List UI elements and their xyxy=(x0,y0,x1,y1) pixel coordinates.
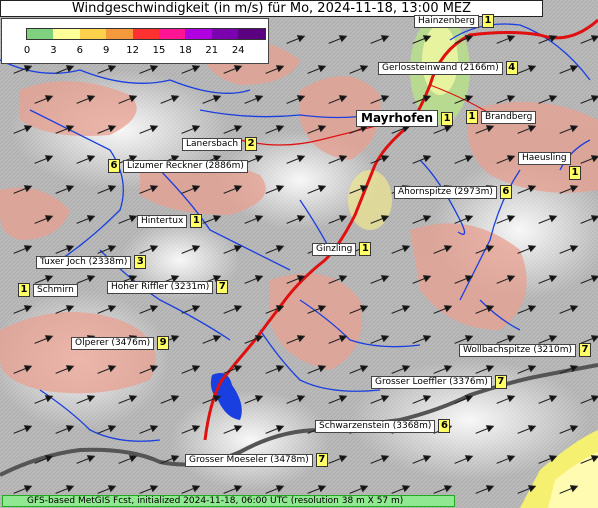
peak-label-grosser-moeseler: Grosser Moeseler (3478m) 7 xyxy=(185,453,328,467)
wind-legend: 0 3 6 9 12 15 18 21 24 xyxy=(1,18,269,64)
peak-name: Tuxer Joch (2338m) xyxy=(36,255,132,269)
peak-name: Olperer (3476m) xyxy=(71,336,155,350)
legend-swatch xyxy=(211,29,239,39)
peak-value: 9 xyxy=(157,336,170,350)
legend-tick-label: 6 xyxy=(76,45,83,56)
peak-value: 1 xyxy=(481,14,494,28)
peak-name: Haeusling xyxy=(518,152,571,165)
peak-label-grosser-loeffler: Grosser Loeffler (3376m) 7 xyxy=(371,375,507,389)
peak-label-schmirn: 1 Schmirn xyxy=(18,283,78,297)
legend-ticks: 0 3 6 9 12 15 18 21 24 xyxy=(2,45,270,59)
legend-tick-label: 21 xyxy=(205,45,219,56)
peak-value: 2 xyxy=(245,137,258,151)
peak-value: 1 xyxy=(190,214,203,228)
peak-value: 1 xyxy=(359,242,372,256)
legend-swatch xyxy=(106,29,133,39)
peak-label-hintertux: Hintertux 1 xyxy=(137,214,203,228)
peak-value: 3 xyxy=(134,255,147,269)
peak-label-ginzling: Ginzling 1 xyxy=(312,242,372,256)
peak-label-schwarzenstein: Schwarzenstein (3368m) 6 xyxy=(315,419,451,433)
terrain-map xyxy=(0,0,598,508)
peak-value: 1 xyxy=(466,110,478,124)
peak-label-wollbachspitze: Wollbachspitze (3210m) 7 xyxy=(459,343,592,357)
peak-name: Grosser Loeffler (3376m) xyxy=(371,375,492,389)
peak-label-olperer: Olperer (3476m) 9 xyxy=(71,336,170,350)
peak-value: 1 xyxy=(441,111,454,126)
peak-label-ahornspitze: Ahornspitze (2973m) 6 xyxy=(394,185,512,199)
legend-tick-label: 9 xyxy=(103,45,110,56)
peak-name: Hoher Riffler (3231m) xyxy=(107,280,214,294)
peak-value: 7 xyxy=(216,280,229,294)
legend-tick-label: 12 xyxy=(126,45,139,56)
legend-tick-label: 3 xyxy=(50,45,57,56)
legend-swatch xyxy=(79,29,107,39)
legend-swatch xyxy=(132,29,159,39)
peak-label-lanersbach: Lanersbach 2 xyxy=(182,137,258,151)
legend-swatch xyxy=(158,29,186,39)
peak-label-hoher-riffler: Hoher Riffler (3231m) 7 xyxy=(107,280,229,294)
peak-name: Grosser Moeseler (3478m) xyxy=(185,453,313,467)
peak-label-hainzenberg: Hainzenberg 1 xyxy=(414,14,494,28)
peak-label-gerlossteinwand: Gerlossteinwand (2166m) 4 xyxy=(378,61,518,75)
legend-tick-label: 18 xyxy=(179,45,192,56)
peak-label-tuxer-joch: Tuxer Joch (2338m) 3 xyxy=(36,255,147,269)
peak-name: Schmirn xyxy=(33,283,78,297)
peak-label-lizumer-reckner: 6 Lizumer Reckner (2886m) xyxy=(108,159,248,173)
legend-tick-label: 0 xyxy=(23,45,31,56)
peak-value: 7 xyxy=(579,343,592,357)
legend-swatch xyxy=(185,29,212,39)
peak-name: Lanersbach xyxy=(182,137,243,151)
peak-name: Ginzling xyxy=(312,242,357,256)
peak-value: 1 xyxy=(18,283,30,297)
peak-name: Hintertux xyxy=(137,214,188,228)
peak-value: 6 xyxy=(438,419,451,433)
peak-name: Gerlossteinwand (2166m) xyxy=(378,61,503,75)
peak-name: Ahornspitze (2973m) xyxy=(394,185,497,199)
peak-name: Mayrhofen xyxy=(356,110,439,127)
legend-tick-label: 15 xyxy=(152,45,166,56)
legend-tick-label: 24 xyxy=(231,45,245,56)
peak-label-haeusling-value: 1 xyxy=(569,166,581,180)
peak-value: 7 xyxy=(494,375,507,389)
peak-value: 6 xyxy=(499,185,512,199)
peak-label-brandberg: 1 Brandberg xyxy=(466,110,537,124)
peak-value: 1 xyxy=(569,166,581,180)
peak-name: Brandberg xyxy=(481,110,537,124)
peak-label-haeusling: Haeusling xyxy=(518,152,571,165)
peak-label-mayrhofen: Mayrhofen 1 xyxy=(356,110,454,127)
legend-colorbar xyxy=(26,28,266,40)
peak-value: 6 xyxy=(108,159,120,173)
peak-name: Wollbachspitze (3210m) xyxy=(459,343,577,357)
peak-name: Hainzenberg xyxy=(414,14,479,28)
legend-swatch xyxy=(53,29,80,39)
peak-name: Schwarzenstein (3368m) xyxy=(315,419,436,433)
peak-value: 4 xyxy=(505,61,518,75)
peak-name: Lizumer Reckner (2886m) xyxy=(123,159,248,173)
legend-swatch xyxy=(27,29,54,39)
peak-value: 7 xyxy=(315,453,328,467)
legend-swatch xyxy=(238,29,265,39)
forecast-footer: GFS-based MetGIS Fcst, initialized 2024-… xyxy=(2,495,455,507)
